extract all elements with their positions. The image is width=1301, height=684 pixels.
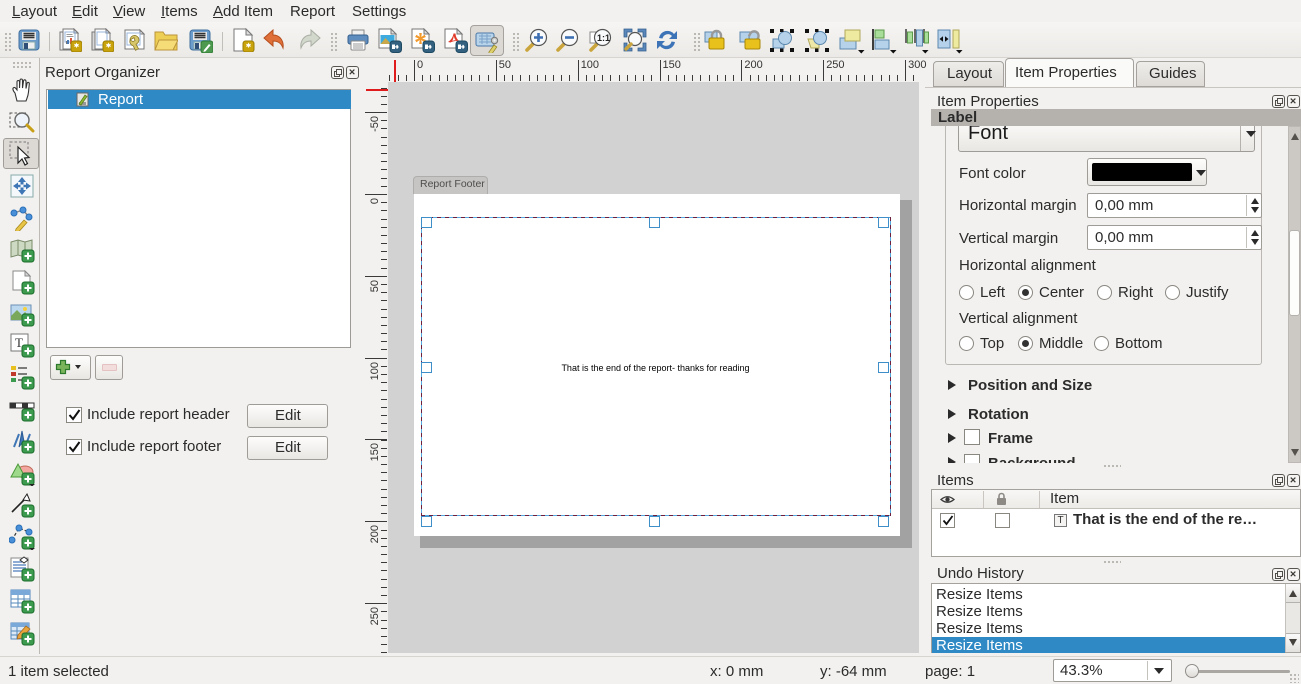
svg-text:1:1: 1:1 [597,33,610,43]
